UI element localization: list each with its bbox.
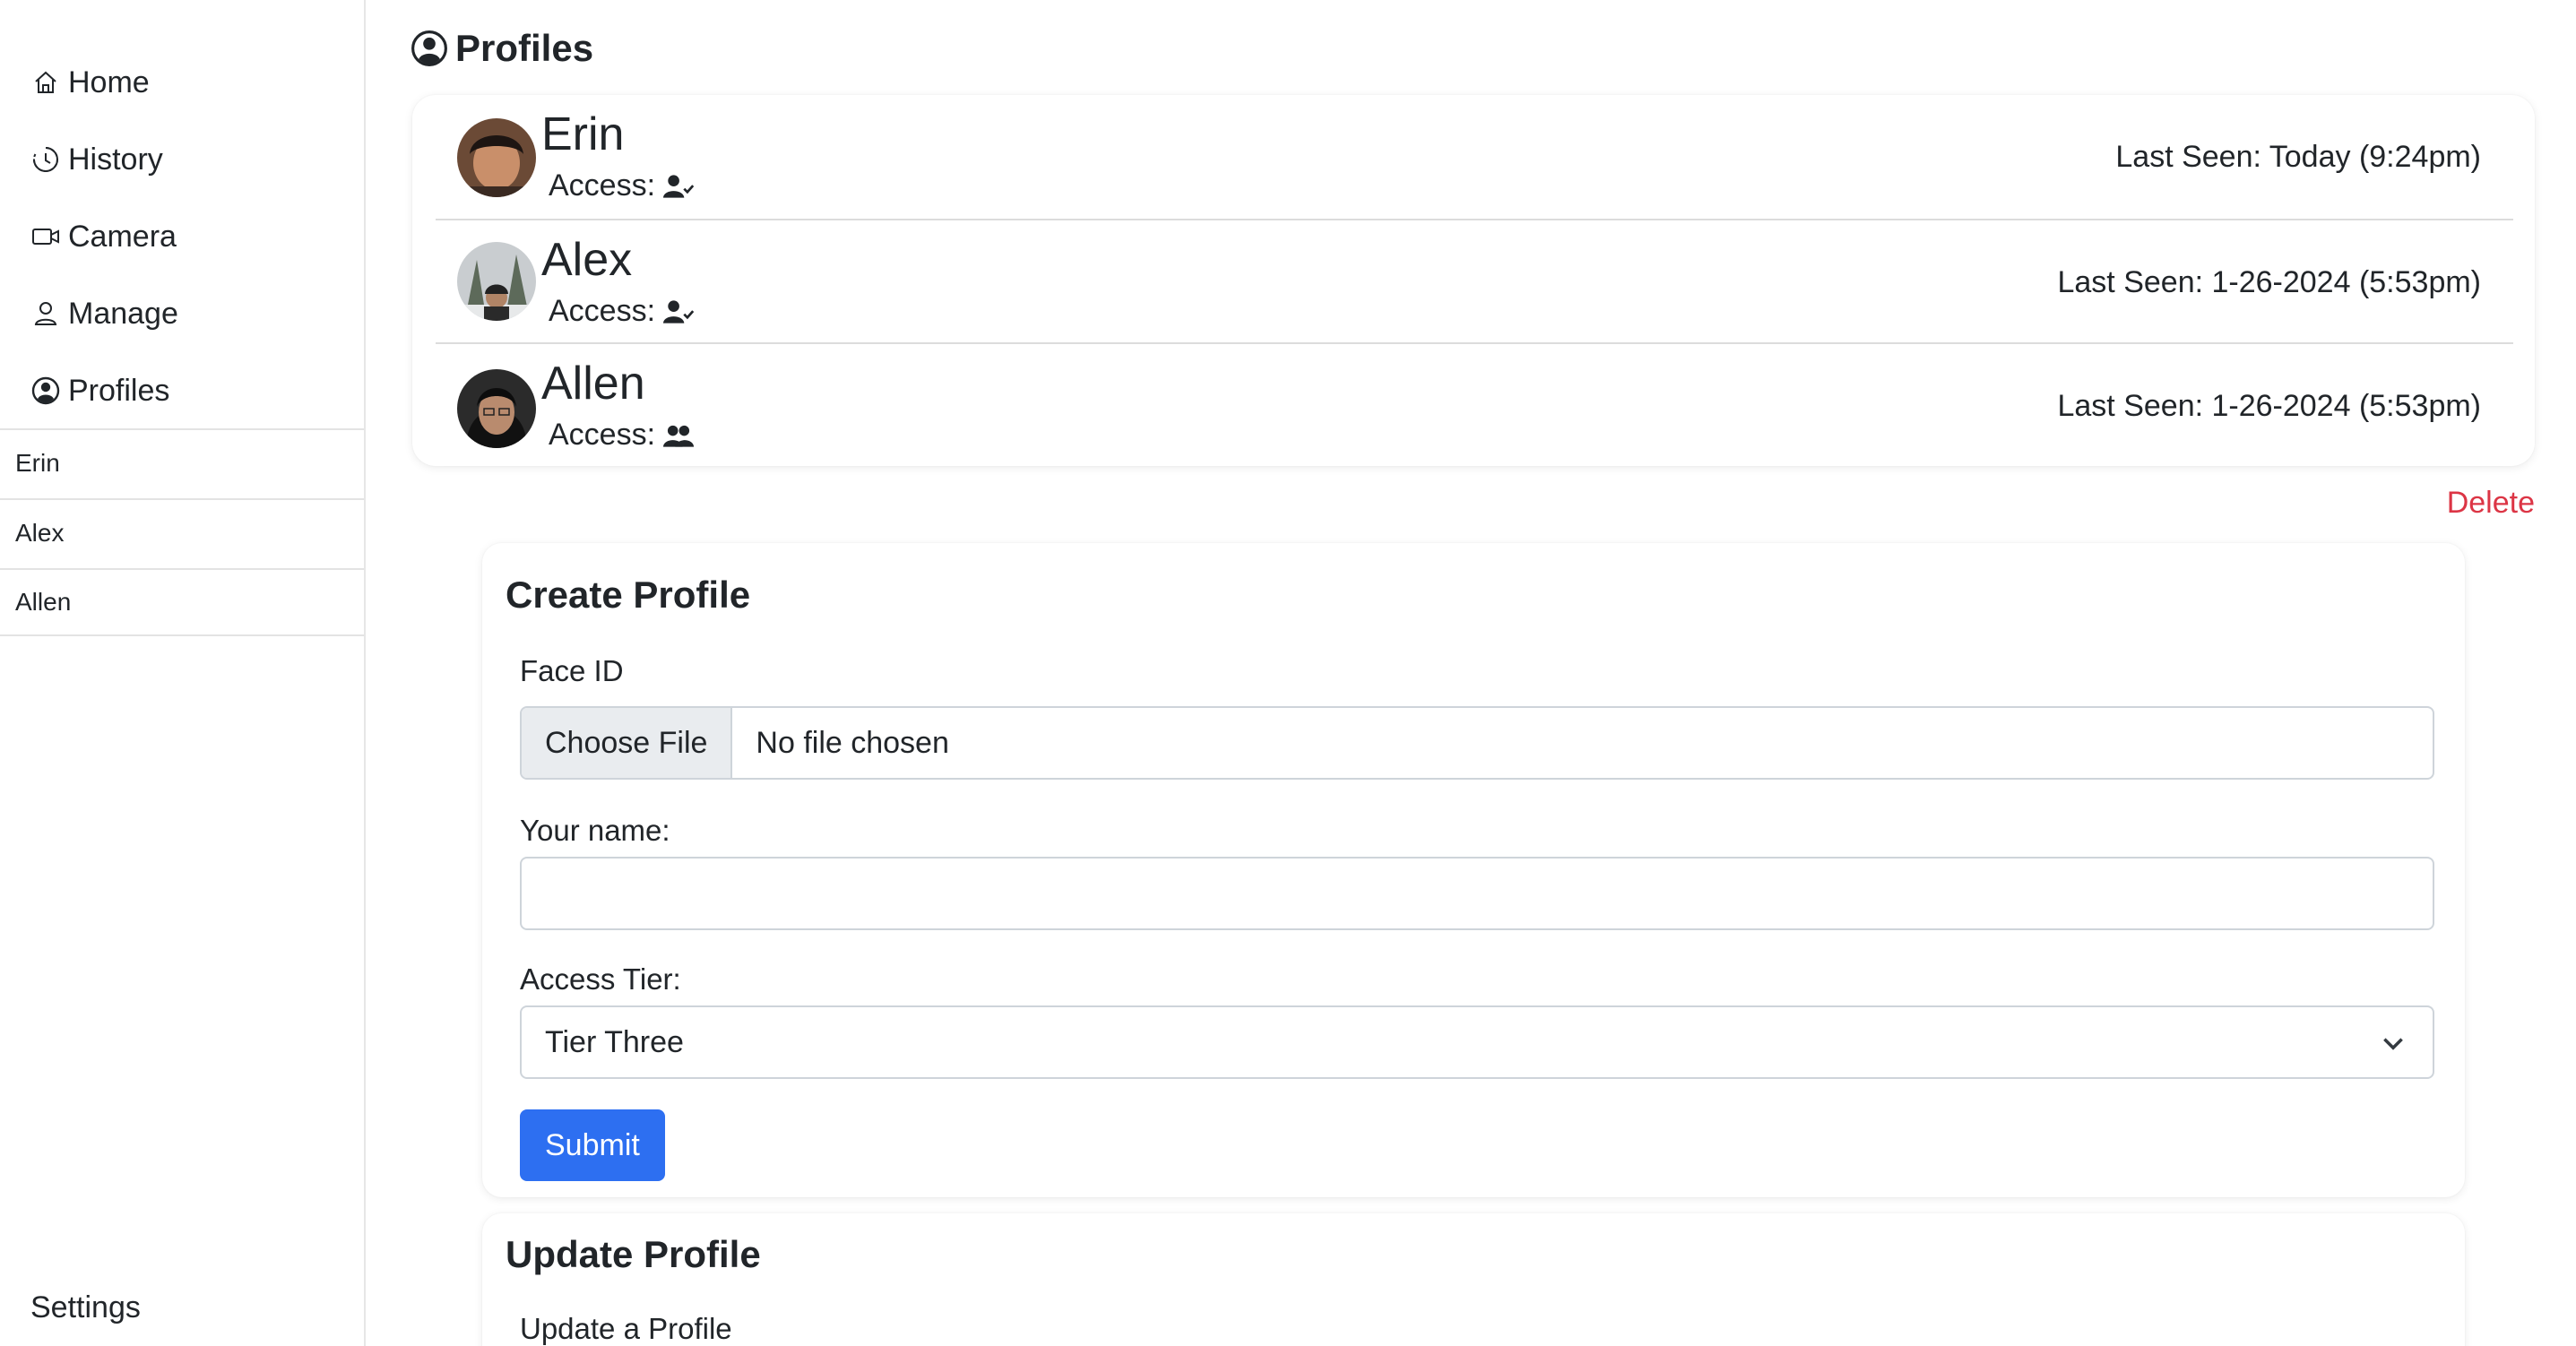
profile-name: Allen [541,358,645,410]
nav-home-label: Home [68,65,150,99]
sidebar-profile-alex[interactable]: Alex [0,498,364,566]
access-label: Access: [549,168,656,203]
face-id-file-input[interactable]: Choose File No file chosen [520,706,2434,780]
last-seen: Last Seen: 1-26-2024 (5:53pm) [2057,389,2481,423]
profile-name: Alex [541,234,633,286]
nav-profiles-label: Profiles [68,373,170,408]
profile-row-allen[interactable]: Allen Access: Last Seen: 1-26-2024 (5:53… [436,344,2513,466]
file-status-text: No file chosen [756,725,949,760]
nav-history[interactable]: History [30,134,163,185]
access-label: Access: [549,294,656,328]
page-title: Profiles [411,27,593,70]
sidebar-profile-allen[interactable]: Allen [0,568,364,636]
update-profile-card: Update Profile Update a Profile [482,1213,2465,1346]
nav-camera[interactable]: Camera [30,211,177,262]
people-icon [662,422,695,449]
profiles-list: Erin Access: Last Seen: Today (9:24pm) A… [412,95,2535,466]
name-input[interactable] [520,857,2434,930]
sidebar-profile-erin[interactable]: Erin [0,428,364,496]
nav-history-label: History [68,142,163,177]
avatar [457,369,536,448]
face-id-label: Face ID [520,654,624,687]
submit-button[interactable]: Submit [520,1109,665,1181]
chevron-down-icon [2383,1038,2403,1050]
sidebar-profile-label: Erin [15,449,60,477]
history-icon [30,144,61,175]
update-profile-title: Update Profile [506,1233,761,1275]
sidebar: Home History Camera Manage Profiles Erin… [0,0,366,1346]
last-seen: Last Seen: 1-26-2024 (5:53pm) [2057,265,2481,299]
avatar [457,118,536,197]
create-profile-title: Create Profile [506,574,751,616]
person-check-icon [662,298,695,325]
access-info: Access: [549,168,695,203]
access-tier-value: Tier Three [545,1024,684,1059]
person-icon [30,298,61,329]
profile-row-erin[interactable]: Erin Access: Last Seen: Today (9:24pm) [436,95,2513,220]
settings-link[interactable]: Settings [30,1290,141,1325]
person-check-icon [662,173,695,200]
home-icon [30,67,61,98]
access-tier-label: Access Tier: [520,962,681,996]
access-label: Access: [549,418,656,452]
create-profile-card: Create Profile Face ID Choose File No fi… [482,543,2465,1197]
nav-profiles[interactable]: Profiles [30,366,169,416]
nav-manage-label: Manage [68,296,178,331]
sidebar-profile-label: Alex [15,519,65,547]
nav-camera-label: Camera [68,219,177,254]
access-tier-select[interactable]: Tier Three [520,1005,2434,1079]
access-info: Access: [549,294,695,329]
nav-home[interactable]: Home [30,57,150,108]
delete-link[interactable]: Delete [2447,486,2535,521]
name-label: Your name: [520,814,670,847]
profile-name: Erin [541,108,625,160]
profile-circle-icon [411,30,448,67]
nav-manage[interactable]: Manage [30,289,178,339]
profile-circle-icon [30,375,61,406]
page-title-text: Profiles [455,27,594,69]
update-profile-label: Update a Profile [520,1312,732,1345]
sidebar-profile-label: Allen [15,588,72,616]
avatar [457,242,536,321]
last-seen: Last Seen: Today (9:24pm) [2115,140,2481,174]
choose-file-button[interactable]: Choose File [522,708,733,778]
camera-icon [30,221,61,252]
profile-row-alex[interactable]: Alex Access: Last Seen: 1-26-2024 (5:53p… [436,220,2513,344]
access-info: Access: [549,418,695,453]
